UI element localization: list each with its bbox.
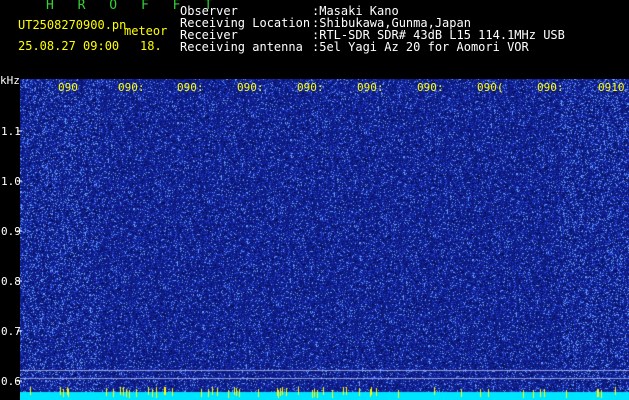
antenna-value: :5el Yagi Az 20 for Aomori VOR [312,40,529,54]
y-tick-label: 0.7 [1,325,21,338]
y-tick-label: 1.0 [1,175,21,188]
antenna-label: Receiving antenna [180,40,303,54]
y-tick-label: 0.6 [1,375,21,388]
spectrogram-canvas [20,79,629,400]
meteor-label: meteor [124,24,168,38]
date-time: 25.08.27 09:00 [18,39,120,53]
y-axis-unit: kHz [0,74,20,87]
y-tick-label: 0.8 [1,275,21,288]
filename: UT2508270900.pn [18,18,127,32]
y-tick-label: 0.9 [1,225,21,238]
count: 18. [140,39,162,53]
y-tick-label: 1.1 [1,125,21,138]
